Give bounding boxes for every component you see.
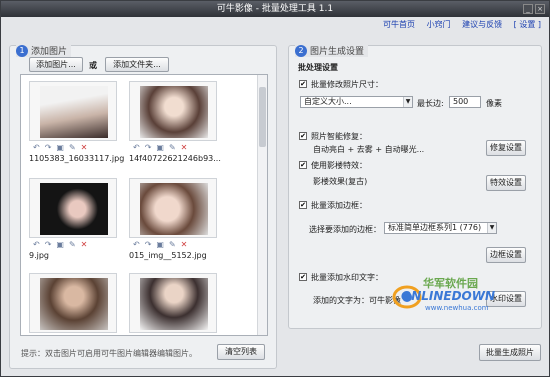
top-links: 可牛首页 小窍门 建议与反馈 [ 设置 ] — [374, 19, 541, 33]
thumb-tools[interactable]: ↶↷▣✎✕ — [133, 143, 192, 152]
thumb-tools[interactable]: ↶↷▣✎✕ — [133, 240, 192, 249]
hint-text: 提示：双击图片可启用可牛图片编辑器编辑图片。 — [21, 349, 197, 358]
link-home[interactable]: 可牛首页 — [383, 20, 415, 29]
resize-checkbox[interactable]: ✔ — [299, 80, 307, 88]
border-select[interactable]: 标准简单边框系列1 (776) ▼ — [384, 222, 497, 234]
minimize-button[interactable]: _ — [523, 4, 533, 14]
size-preset-select[interactable]: 自定义大小... ▼ — [300, 96, 413, 108]
thumbnail-image — [140, 86, 208, 138]
delete-icon[interactable]: ✕ — [181, 240, 193, 249]
repair-checkbox[interactable]: ✔ — [299, 132, 307, 140]
long-side-label: 最长边: — [417, 99, 444, 108]
scrollbar-thumb[interactable] — [259, 87, 266, 147]
thumbnail-image — [40, 86, 108, 138]
thumbnail-scrollbar[interactable] — [257, 75, 267, 335]
file-name: 1105383_16033117.jpg — [29, 154, 125, 163]
delete-icon[interactable]: ✕ — [81, 240, 93, 249]
effect-settings-button[interactable]: 特效设置 — [486, 175, 526, 191]
clear-list-button[interactable]: 清空列表 — [217, 344, 265, 360]
delete-icon[interactable]: ✕ — [81, 143, 93, 152]
add-image-button[interactable]: 添加图片... — [29, 57, 83, 72]
file-name: 015_img__5152.jpg — [129, 251, 207, 260]
effect-checkbox[interactable]: ✔ — [299, 161, 307, 169]
watermark-text-label: 添加的文字为：可牛影像 — [313, 296, 401, 305]
unit-label: 像素 — [486, 99, 502, 108]
link-feedback[interactable]: 建议与反馈 — [462, 20, 502, 29]
watermark-url: www.newhua.com — [425, 304, 489, 312]
border-settings-button[interactable]: 边框设置 — [486, 247, 526, 263]
or-label: 或 — [89, 61, 97, 70]
border-checkbox[interactable]: ✔ — [299, 201, 307, 209]
window-title: 可牛影像 - 批量处理工具 1.1 — [216, 4, 334, 14]
thumbnail-image — [140, 278, 208, 330]
link-tips[interactable]: 小窍门 — [427, 20, 451, 29]
effect-label: 使用影楼特效： — [311, 161, 367, 170]
thumb-tools[interactable]: ↶↷▣✎✕ — [33, 240, 92, 249]
chevron-down-icon: ▼ — [403, 97, 412, 107]
border-choose-label: 选择要添加的边框： — [309, 225, 381, 234]
delete-icon[interactable]: ✕ — [181, 143, 193, 152]
app-window: 可牛影像 - 批量处理工具 1.1 _ × 可牛首页 小窍门 建议与反馈 [ 设… — [0, 0, 550, 377]
repair-label: 照片智能修复： — [311, 132, 367, 141]
border-label: 批量添加边框： — [311, 201, 367, 210]
thumb-tools[interactable]: ↶↷▣✎✕ — [33, 143, 92, 152]
resize-label: 批量修改照片尺寸： — [311, 80, 383, 89]
thumbnail-image — [40, 278, 108, 330]
close-button[interactable]: × — [535, 4, 545, 14]
thumbnail-list[interactable]: ↶↷▣✎✕ 1105383_16033117.jpg ↶↷▣✎✕ 14f4072… — [20, 74, 268, 336]
repair-summary: 自动亮白 + 去雾 + 自动曝光... — [313, 145, 425, 154]
section-title: 添加图片 — [31, 47, 68, 57]
repair-settings-button[interactable]: 修复设置 — [486, 140, 526, 156]
step-number: 2 — [295, 44, 307, 57]
thumbnail-image — [40, 183, 108, 235]
watermark-label: 批量添加水印文字： — [311, 273, 383, 282]
watermark-en: ONLINEDOWN — [401, 289, 496, 303]
file-name: 9.jpg — [29, 251, 50, 260]
file-name: 14f40722621246b93... — [129, 154, 221, 163]
effect-summary: 影楼效果(复古) — [313, 177, 368, 186]
batch-generate-button[interactable]: 批量生成照片 — [479, 344, 541, 361]
add-folder-button[interactable]: 添加文件夹... — [105, 57, 169, 72]
long-side-input[interactable]: 500 — [449, 96, 481, 108]
settings-header: 2 图片生成设置 — [295, 44, 369, 57]
thumbnail-image — [140, 183, 208, 235]
onlinedown-watermark: 华军软件园 ONLINEDOWN www.newhua.com — [391, 273, 541, 317]
add-images-header: 1 添加图片 — [16, 44, 72, 57]
title-bar: 可牛影像 - 批量处理工具 1.1 _ × — [1, 1, 549, 17]
link-settings[interactable]: [ 设置 ] — [514, 20, 541, 29]
batch-heading: 批处理设置 — [298, 63, 338, 72]
chevron-down-icon: ▼ — [487, 223, 496, 233]
step-number: 1 — [16, 44, 28, 57]
section-title: 图片生成设置 — [310, 47, 365, 57]
watermark-checkbox[interactable]: ✔ — [299, 273, 307, 281]
